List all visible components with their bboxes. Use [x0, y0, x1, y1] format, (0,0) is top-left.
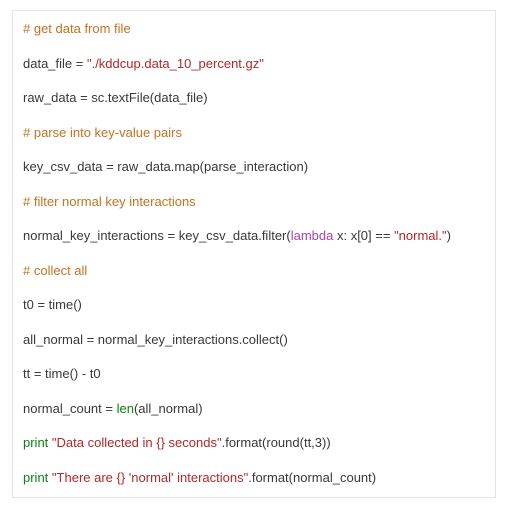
code-text: all_normal = normal_key_interactions.col… — [23, 332, 288, 347]
code-line: # filter normal key interactions — [23, 192, 485, 212]
code-text: .format(normal_count) — [248, 470, 376, 485]
code-text: raw_data = sc.textFile(data_file) — [23, 90, 208, 105]
code-text: .format(round(tt,3)) — [222, 435, 331, 450]
code-line: raw_data = sc.textFile(data_file) — [23, 88, 485, 108]
code-text: normal_count = — [23, 401, 117, 416]
comment: # get data from file — [23, 21, 131, 36]
code-line: print "Data collected in {} seconds".for… — [23, 433, 485, 453]
comment: # filter normal key interactions — [23, 194, 196, 209]
code-line: # get data from file — [23, 19, 485, 39]
code-line: normal_key_interactions = key_csv_data.f… — [23, 226, 485, 246]
code-text: data_file = — [23, 56, 87, 71]
code-line: # collect all — [23, 261, 485, 281]
string-literal: "There are {} 'normal' interactions" — [52, 470, 248, 485]
code-line: t0 = time() — [23, 295, 485, 315]
code-line: print "There are {} 'normal' interaction… — [23, 468, 485, 488]
code-text: key_csv_data = raw_data.map(parse_intera… — [23, 159, 308, 174]
code-text: x: x[0] == — [333, 228, 394, 243]
string-literal: "./kddcup.data_10_percent.gz" — [87, 56, 264, 71]
code-line: key_csv_data = raw_data.map(parse_intera… — [23, 157, 485, 177]
code-text: normal_key_interactions = key_csv_data.f… — [23, 228, 291, 243]
print-keyword: print — [23, 470, 48, 485]
comment: # collect all — [23, 263, 87, 278]
string-literal: "Data collected in {} seconds" — [52, 435, 222, 450]
code-line: normal_count = len(all_normal) — [23, 399, 485, 419]
code-line: all_normal = normal_key_interactions.col… — [23, 330, 485, 350]
string-literal: "normal." — [394, 228, 447, 243]
code-line: data_file = "./kddcup.data_10_percent.gz… — [23, 54, 485, 74]
code-text: ) — [447, 228, 451, 243]
builtin-name: len — [117, 401, 134, 416]
print-keyword: print — [23, 435, 48, 450]
code-line: # parse into key-value pairs — [23, 123, 485, 143]
comment: # parse into key-value pairs — [23, 125, 182, 140]
lambda-keyword: lambda — [291, 228, 334, 243]
code-line: tt = time() - t0 — [23, 364, 485, 384]
code-text: t0 = time() — [23, 297, 82, 312]
code-text: (all_normal) — [134, 401, 203, 416]
code-text: tt = time() - t0 — [23, 366, 101, 381]
code-block: # get data from file data_file = "./kddc… — [12, 10, 496, 498]
